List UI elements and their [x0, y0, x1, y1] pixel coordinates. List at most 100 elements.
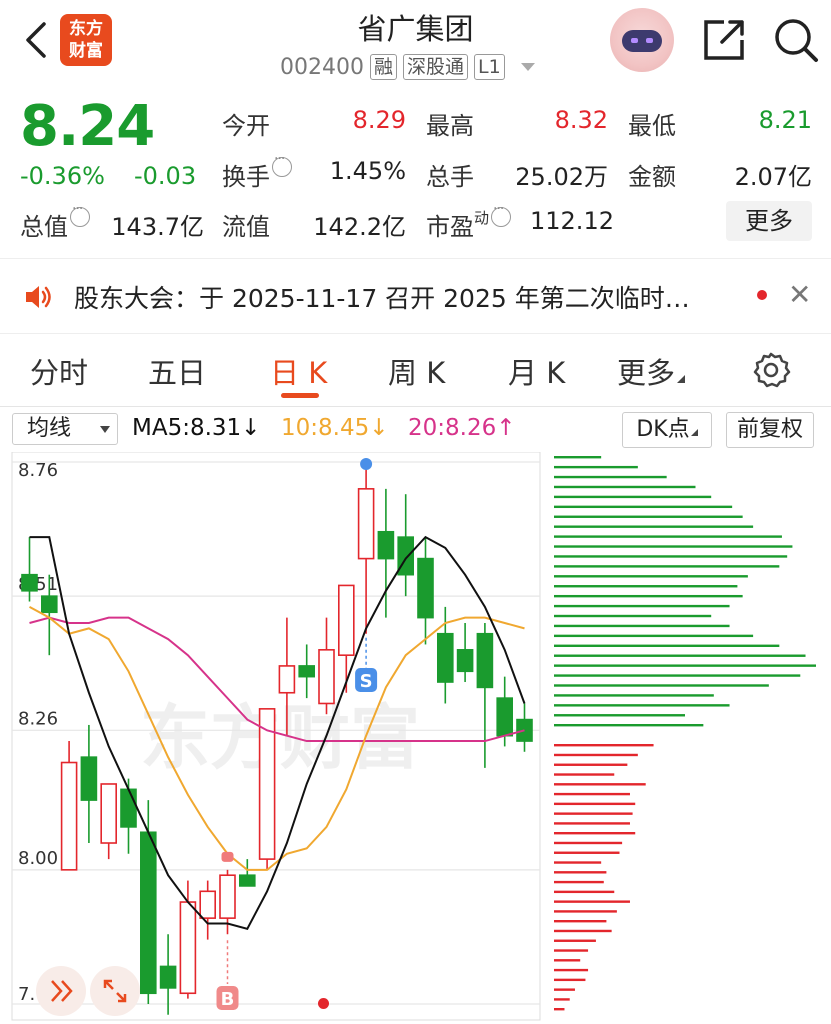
profile-bar-red — [554, 851, 620, 854]
close-icon[interactable]: ✕ — [788, 278, 811, 311]
y-axis: 8.768.518.268.007.75 — [18, 460, 58, 1005]
candle — [159, 934, 177, 1015]
candle — [476, 622, 494, 768]
profile-bar-green — [554, 535, 782, 538]
profile-bar-green — [554, 654, 806, 657]
candle — [80, 724, 98, 844]
fullscreen-icon[interactable] — [90, 966, 140, 1016]
profile-bar-red — [554, 968, 589, 972]
share-icon[interactable] — [700, 16, 748, 64]
tag-level: L1 — [474, 54, 505, 80]
high-label: 最高 — [426, 112, 474, 140]
candle-body — [21, 573, 38, 592]
tab-daily-k[interactable]: 日 K — [270, 350, 327, 392]
profile-bar-green — [554, 664, 816, 667]
candle-body — [239, 874, 256, 887]
candle-body — [318, 649, 335, 705]
candle — [377, 488, 395, 618]
profile-bar-green — [554, 684, 769, 687]
profile-bar-red — [554, 783, 646, 786]
chevron-down-icon[interactable] — [520, 63, 535, 71]
profile-bar-red — [554, 900, 630, 903]
forward-adjust-button[interactable]: 前复权 — [726, 412, 814, 448]
profile-bar-red — [554, 841, 623, 845]
corner-triangle-icon — [690, 429, 698, 436]
tab-more[interactable]: 更多 — [617, 350, 686, 392]
quote-panel: 8.24 -0.36% -0.03 今开 8.29 最高 8.32 最低 8.2… — [0, 88, 831, 258]
notice-bar[interactable]: 股东大会：于 2025-11-17 召开 2025 年第二次临时… ✕ — [0, 258, 831, 334]
profile-bar-green — [554, 485, 696, 489]
profile-bar-green — [554, 614, 712, 618]
profile-bar-green — [554, 545, 793, 548]
market-cap-label: 总值 — [20, 201, 90, 242]
candle-body — [417, 557, 434, 619]
gear-icon[interactable] — [751, 350, 791, 390]
candle — [239, 859, 256, 887]
turnover-label: 换手 — [222, 151, 292, 192]
tab-weekly-k[interactable]: 周 K — [388, 350, 445, 392]
profile-bar-green — [554, 555, 788, 558]
profile-bar-red — [554, 871, 607, 874]
candle — [417, 537, 434, 645]
notice-text: 股东大会：于 2025-11-17 召开 2025 年第二次临时… — [74, 284, 690, 313]
dropdown-arrow-icon — [100, 426, 110, 433]
candle — [60, 741, 78, 871]
profile-bar-red — [554, 812, 633, 815]
tab-five-day[interactable]: 五日 — [148, 350, 206, 392]
speaker-icon — [22, 281, 54, 313]
candle-body — [219, 874, 236, 919]
open-value: 8.29 — [352, 106, 406, 134]
active-tab-indicator — [281, 393, 319, 398]
candle-body — [199, 890, 216, 919]
profile-bar-red — [554, 920, 607, 923]
y-tick-label: 8.26 — [18, 708, 58, 729]
profile-bar-red — [554, 949, 589, 952]
info-icon[interactable] — [272, 151, 292, 177]
ma20-readout: 20:8.26↑ — [408, 415, 516, 441]
profile-bar-red — [554, 959, 581, 962]
profile-bar-red — [554, 890, 615, 894]
profile-bar-green — [554, 525, 754, 528]
candle-body — [298, 665, 316, 678]
candle — [456, 622, 474, 683]
profile-bar-red — [554, 998, 570, 1001]
search-icon[interactable] — [772, 16, 820, 64]
profile-bar-green — [554, 505, 733, 509]
info-icon[interactable] — [70, 201, 90, 227]
info-icon[interactable] — [491, 201, 512, 227]
profile-bar-green — [554, 594, 743, 598]
float-cap-label: 流值 — [222, 213, 270, 241]
tab-intraday[interactable]: 分时 — [30, 350, 88, 392]
profile-bar-green — [554, 495, 712, 499]
sell-label: S — [360, 671, 373, 692]
tab-monthly-k[interactable]: 月 K — [508, 350, 565, 392]
dk-points-button[interactable]: DK点 — [622, 412, 712, 448]
assistant-robot-icon[interactable] — [610, 8, 674, 72]
tag-margin: 融 — [369, 54, 397, 80]
profile-bar-red — [554, 822, 630, 825]
profile-bar-red — [554, 988, 575, 991]
profile-bar-green — [554, 674, 801, 677]
kline-chart[interactable]: 东方财富 8.768.518.268.007.75 BS — [0, 451, 831, 1024]
volume-value: 25.02万 — [515, 163, 608, 191]
profile-bar-green — [554, 704, 730, 707]
profile-bar-green — [554, 714, 685, 717]
candle — [318, 617, 335, 715]
profile-bar-green — [554, 515, 743, 518]
candle — [258, 708, 276, 870]
robot-face — [622, 30, 662, 52]
candle-body — [377, 530, 395, 560]
profile-bar-red — [554, 763, 628, 766]
buy-label: B — [221, 989, 235, 1010]
profile-bar-red — [554, 792, 630, 796]
more-button[interactable]: 更多 — [726, 201, 812, 241]
candle — [397, 494, 415, 597]
kline-svg[interactable]: 东方财富 8.768.518.268.007.75 BS — [0, 451, 831, 1024]
candle — [357, 462, 375, 634]
candle — [100, 783, 117, 860]
profile-bar-red — [554, 861, 602, 864]
expand-left-icon[interactable] — [36, 966, 86, 1016]
profile-bar-green — [554, 724, 704, 727]
candle — [337, 584, 355, 693]
profile-bar-red — [554, 910, 617, 913]
